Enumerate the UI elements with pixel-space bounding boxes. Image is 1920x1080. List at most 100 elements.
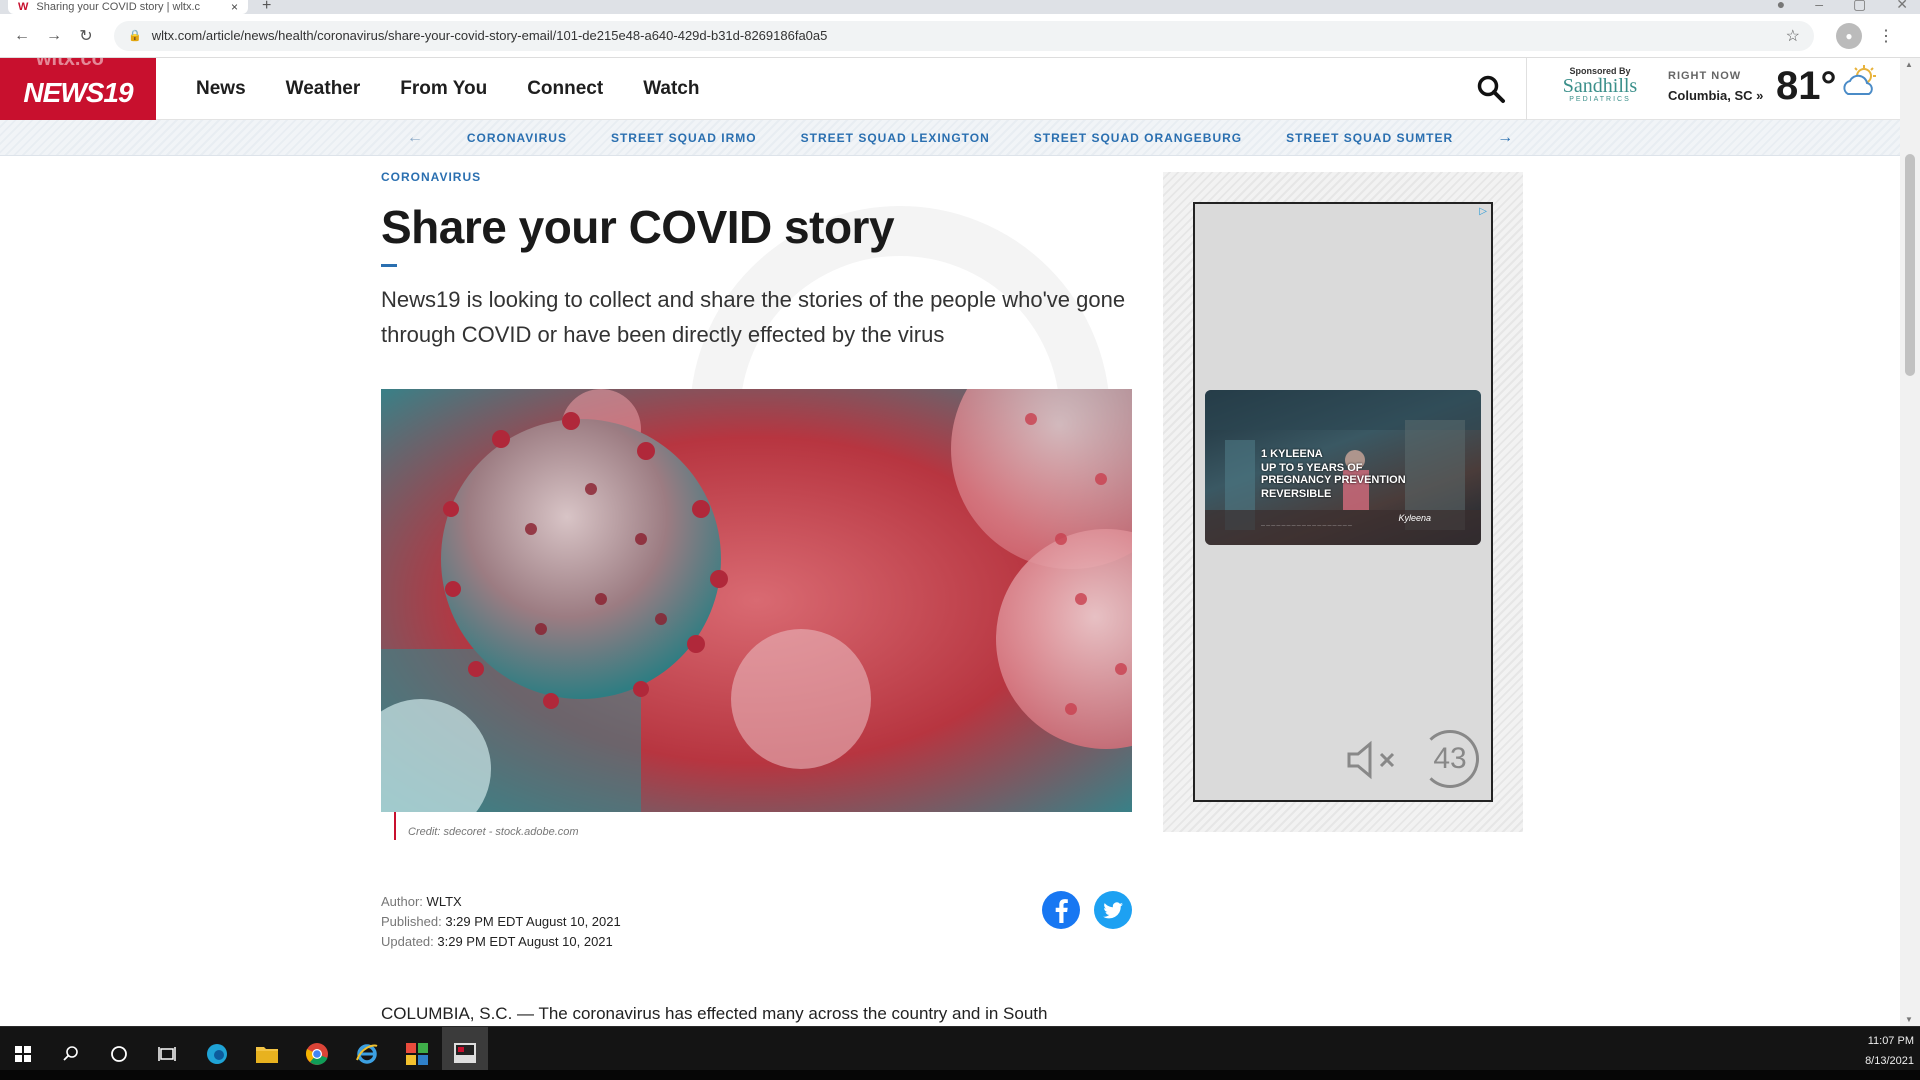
subnav-item-sumter[interactable]: STREET SQUAD SUMTER: [1286, 131, 1453, 145]
share-buttons: [1041, 890, 1133, 930]
facebook-icon[interactable]: [1041, 890, 1081, 930]
header-divider: [1526, 58, 1527, 120]
tab-close-icon[interactable]: ×: [231, 0, 238, 14]
published-line: Published: 3:29 PM EDT August 10, 2021: [381, 912, 621, 932]
author-name[interactable]: WLTX: [427, 894, 462, 909]
ad-line-2: UP TO 5 YEARS OF: [1261, 462, 1363, 474]
article-summary: News19 is looking to collect and share t…: [381, 287, 1126, 347]
video-ad[interactable]: ▷ 1 KYLEENA UP TO 5 YEARS OF PREGNANCY P…: [1193, 202, 1493, 802]
nav-item-connect[interactable]: Connect: [527, 78, 603, 100]
published-label: Published:: [381, 914, 442, 929]
browser-toolbar: ← → ↻ 🔒 wltx.com/article/news/health/cor…: [0, 14, 1920, 58]
ad-video-player[interactable]: 1 KYLEENA UP TO 5 YEARS OF PREGNANCY PRE…: [1205, 390, 1481, 545]
partly-cloudy-icon: [1843, 65, 1876, 95]
page-scrollbar[interactable]: ▲ ▼: [1900, 58, 1920, 1026]
reload-icon[interactable]: ↻: [70, 26, 102, 46]
browser-tabstrip: W Sharing your COVID story | wltx.c × + …: [0, 0, 1920, 14]
ad-brand: Kyleena: [1398, 513, 1431, 523]
subnav-prev-icon[interactable]: ←: [407, 129, 423, 147]
clock-time: 11:07 PM: [1867, 1035, 1914, 1047]
weather-widget[interactable]: RIGHT NOW Columbia, SC »: [1668, 70, 1763, 103]
ad-container: ▷ 1 KYLEENA UP TO 5 YEARS OF PREGNANCY P…: [1163, 172, 1523, 832]
folder-icon: [256, 1047, 278, 1063]
close-window-icon[interactable]: ✕: [1896, 0, 1908, 13]
nav-item-from-you[interactable]: From You: [400, 78, 487, 100]
ad-choices-icon[interactable]: ▷: [1479, 206, 1487, 217]
site-logo[interactable]: wltx.co NEWS19: [0, 58, 156, 120]
headline-rule: [381, 264, 397, 267]
author-line: Author: WLTX: [381, 892, 621, 912]
image-credit: Credit: sdecoret - stock.adobe.com: [394, 812, 579, 840]
weather-sponsor[interactable]: Sponsored By Sandhills PEDIATRICS: [1560, 66, 1640, 103]
browser-menu-icon[interactable]: ⋮: [1878, 26, 1894, 46]
nav-item-weather[interactable]: Weather: [286, 78, 361, 100]
nav-item-news[interactable]: News: [196, 78, 246, 100]
ie-logo-icon: [356, 1044, 378, 1064]
current-temperature: 81°: [1776, 64, 1837, 108]
ad-line-3: PREGNANCY PREVENTION: [1261, 474, 1406, 486]
tab-title: Sharing your COVID story | wltx.c: [36, 1, 201, 13]
bookmark-star-icon[interactable]: ☆: [1786, 26, 1800, 46]
browser-tab[interactable]: W Sharing your COVID story | wltx.c ×: [8, 0, 248, 14]
minimize-icon[interactable]: –: [1815, 0, 1823, 13]
ad-line-4: REVERSIBLE: [1261, 488, 1332, 500]
sponsor-sub: PEDIATRICS: [1569, 96, 1631, 103]
circle-icon: [111, 1046, 127, 1062]
subnav-next-icon[interactable]: →: [1497, 129, 1513, 147]
updated-label: Updated:: [381, 934, 434, 949]
screen-bottom-band: [0, 1070, 1920, 1080]
lock-icon[interactable]: 🔒: [128, 29, 142, 42]
windows-logo-icon: [15, 1046, 31, 1062]
media-app-glyph-icon: [454, 1043, 476, 1063]
address-bar[interactable]: 🔒 wltx.com/article/news/health/coronavir…: [114, 20, 1814, 51]
subnav-item-lexington[interactable]: STREET SQUAD LEXINGTON: [801, 131, 990, 145]
system-clock[interactable]: 11:07 PM 8/13/2021: [1865, 1031, 1914, 1071]
task-view-glyph-icon: [158, 1047, 176, 1061]
mute-icon[interactable]: [1343, 740, 1407, 780]
window-controls: ● – ▢ ✕: [1777, 0, 1908, 13]
edge-logo-icon: [207, 1044, 227, 1064]
logo-ghost-text: wltx.co: [36, 58, 104, 70]
url-text[interactable]: wltx.com/article/news/health/coronavirus…: [152, 28, 1786, 43]
twitter-icon[interactable]: [1093, 890, 1133, 930]
hero-image[interactable]: [381, 389, 1132, 812]
site-header: wltx.co NEWS19 News Weather From You Con…: [0, 58, 1920, 120]
subnav-item-irmo[interactable]: STREET SQUAD IRMO: [611, 131, 757, 145]
weather-label: RIGHT NOW: [1668, 70, 1742, 82]
forward-icon[interactable]: →: [38, 27, 70, 45]
section-subnav: ← CORONAVIRUS STREET SQUAD IRMO STREET S…: [0, 120, 1920, 156]
site-favicon-icon: W: [18, 1, 29, 13]
sponsor-name: Sandhills: [1562, 75, 1638, 97]
scrollbar-thumb[interactable]: [1905, 154, 1915, 376]
profile-circle-icon[interactable]: ●: [1777, 0, 1785, 13]
search-icon[interactable]: [1476, 74, 1506, 104]
article-meta: Author: WLTX Published: 3:29 PM EDT Augu…: [381, 892, 621, 952]
maximize-icon[interactable]: ▢: [1853, 0, 1866, 13]
article-category[interactable]: CORONAVIRUS: [381, 170, 481, 184]
subnav-item-orangeburg[interactable]: STREET SQUAD ORANGEBURG: [1034, 131, 1242, 145]
chrome-logo-icon: [306, 1043, 328, 1065]
scroll-down-icon[interactable]: ▼: [1905, 1015, 1913, 1024]
clock-date: 8/13/2021: [1865, 1055, 1914, 1067]
magnifier-icon: [63, 1046, 78, 1061]
author-label: Author:: [381, 894, 423, 909]
article-body: COLUMBIA, S.C. — The coronavirus has eff…: [381, 1004, 1048, 1023]
subnav-item-coronavirus[interactable]: CORONAVIRUS: [467, 131, 567, 145]
ad-line-1: 1 KYLEENA: [1261, 448, 1323, 460]
colored-tiles-icon: [406, 1043, 428, 1065]
article-page: CORONAVIRUS Share your COVID story News1…: [0, 156, 1900, 1026]
back-icon[interactable]: ←: [6, 27, 38, 45]
new-tab-button[interactable]: +: [262, 0, 271, 15]
updated-date: 3:29 PM EDT August 10, 2021: [437, 934, 613, 949]
weather-location[interactable]: Columbia, SC »: [1668, 88, 1763, 103]
nav-item-watch[interactable]: Watch: [643, 78, 699, 100]
published-date: 3:29 PM EDT August 10, 2021: [445, 914, 621, 929]
profile-avatar-icon[interactable]: ●: [1836, 22, 1862, 49]
article-headline: Share your COVID story: [381, 201, 895, 253]
logo-text: NEWS19: [23, 77, 133, 108]
ad-countdown: 43: [1421, 730, 1479, 788]
updated-line: Updated: 3:29 PM EDT August 10, 2021: [381, 932, 621, 952]
ad-fine-print: — — — — — — — — — — — — — — — — — —: [1261, 522, 1352, 527]
scroll-up-icon[interactable]: ▲: [1905, 60, 1913, 69]
main-nav: News Weather From You Connect Watch: [196, 58, 699, 120]
